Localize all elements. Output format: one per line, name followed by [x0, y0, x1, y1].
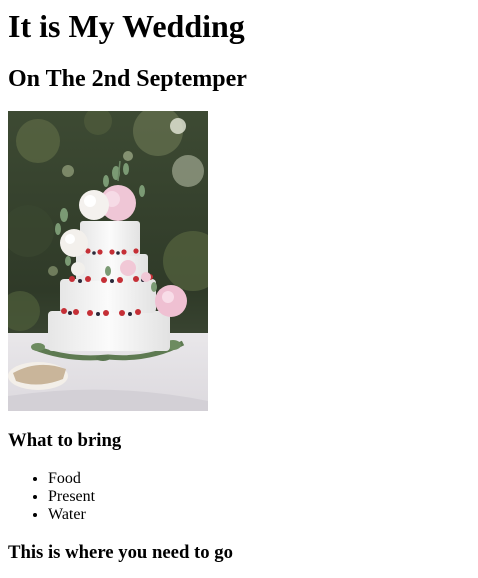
location-heading: This is where you need to go [8, 542, 233, 563]
wedding-cake-image [8, 111, 208, 411]
page-title: It is My Wedding [8, 8, 245, 44]
bring-list: Food Present Water [8, 470, 478, 524]
page: It is My Wedding On The 2nd Septemper Wh… [0, 0, 478, 564]
list-item: Food [48, 470, 478, 488]
list-item: Water [48, 506, 478, 524]
bring-heading: What to bring [8, 430, 122, 451]
list-item: Present [48, 488, 478, 506]
page-subtitle: On The 2nd Septemper [8, 66, 247, 92]
